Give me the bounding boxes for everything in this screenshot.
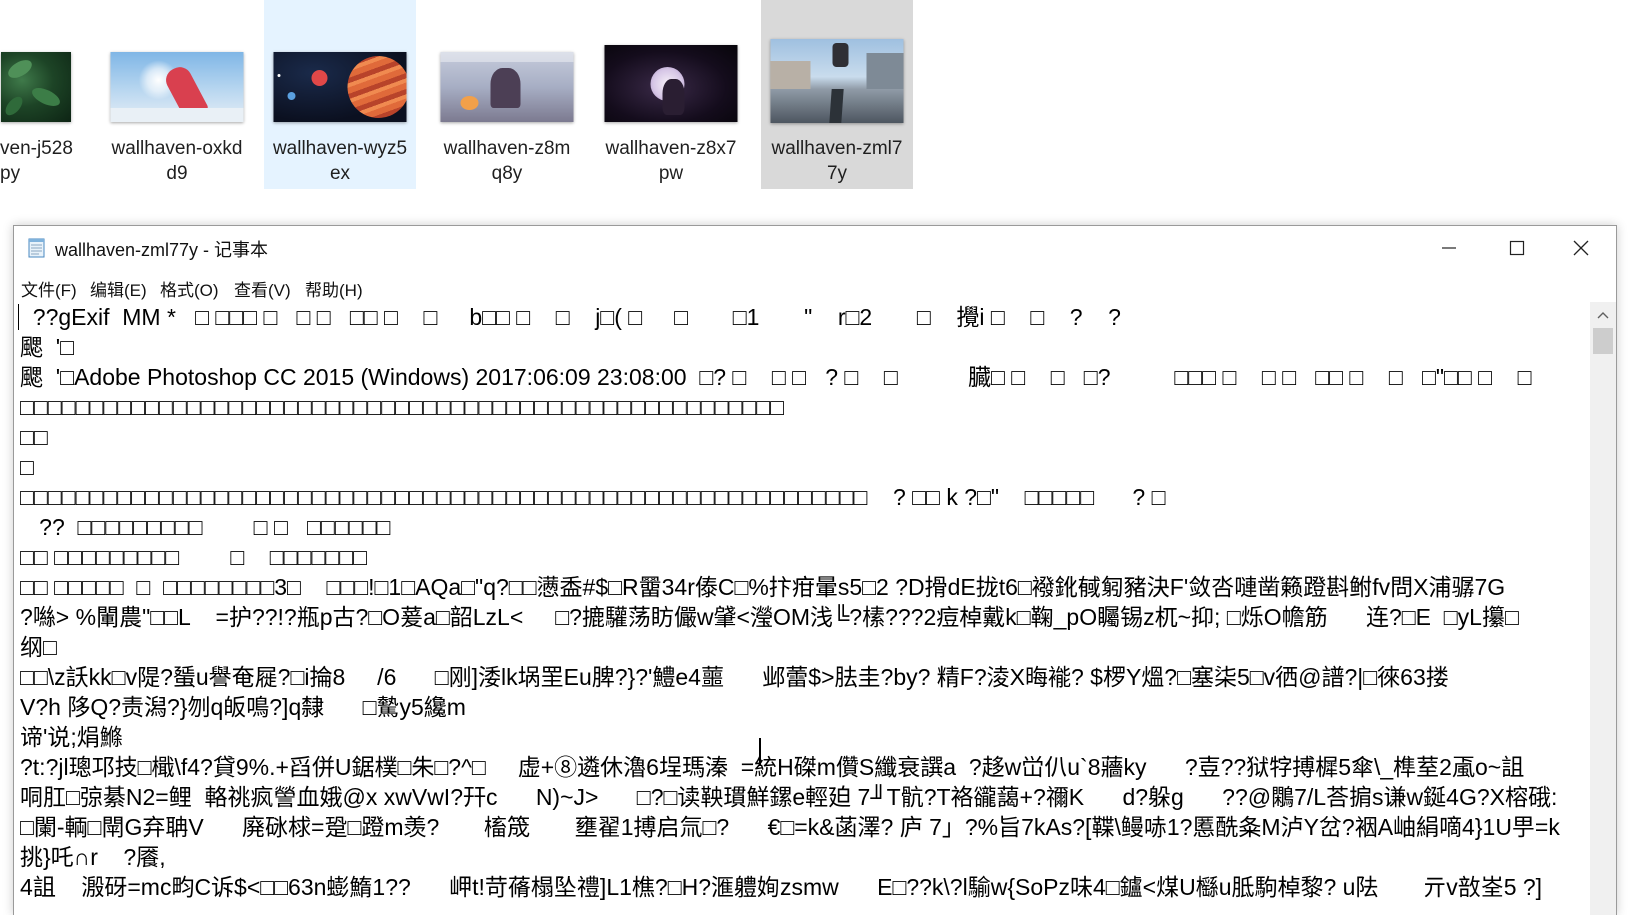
text-line: 哃肛□弶綦N2=鲤 輅祧疯謍血娥@x xwVwI?幵c N)~J> □?□读鞅瑻…: [20, 784, 1558, 810]
text-line: V?h 陊Q?责潟?}刎q皈鳴?]q隸 □驇y5纔m: [20, 694, 466, 720]
title-bar[interactable]: wallhaven-zml77y - 记事本: [14, 226, 1616, 270]
close-icon: [1573, 240, 1589, 256]
file-name: wallhaven-wyz5 ex: [272, 138, 408, 184]
thumbnail-hand-sky: [110, 52, 244, 122]
file-tile-wallhaven-z8mq8y[interactable]: wallhaven-z8m q8y: [428, 0, 586, 189]
menu-view[interactable]: 查看(V): [234, 276, 291, 301]
minimize-button[interactable]: [1414, 226, 1484, 270]
thumbnail-green-leaves: [1, 52, 71, 122]
text-line: ?噝> %閳農"□□L =护??!?瓶p古?□O萲a□韶LzL< □?摝驩荡眆儼…: [20, 604, 1519, 630]
text-line: 颸 '□Adobe Photoshop CC 2015 (Windows) 20…: [20, 364, 1532, 390]
menu-bar: 文件(F) 编辑(E) 格式(O) 查看(V) 帮助(H): [14, 270, 1616, 302]
text-line: □□ □□□□□□□□□ □ □□□□□□□: [20, 544, 368, 570]
text-line: □□□□□□□□□□□□□□□□□□□□□□□□□□□□□□□□□□□□□□□□…: [20, 484, 1166, 510]
vertical-scrollbar[interactable]: [1590, 302, 1616, 915]
text-line: 谛'说;焆鰷: [20, 724, 123, 750]
text-caret: [18, 304, 19, 330]
file-name: wallhaven-z8x7 pw: [605, 138, 737, 184]
text-line: ?t:?jl璁邛技□檝\f4?貸9%.+舀併U鋸樸□朱□?^□ 虚+⑧遴休瀂6埕…: [20, 754, 1525, 780]
thumbnail-anime-girl-tree: [440, 52, 574, 122]
minimize-icon: [1442, 247, 1456, 249]
file-name: ven-j528 py: [0, 138, 73, 184]
text-line: □□: [20, 424, 48, 450]
text-cursor: [759, 738, 761, 766]
text-line: 挑}吒∩r ?餍,: [20, 844, 166, 870]
scroll-up-button[interactable]: [1590, 306, 1616, 324]
window-title: wallhaven-zml77y - 记事本: [55, 240, 269, 260]
menu-file[interactable]: 文件(F): [21, 276, 77, 301]
menu-edit[interactable]: 编辑(E): [90, 276, 147, 301]
file-tile-wallhaven-wyz5ex[interactable]: wallhaven-wyz5 ex: [264, 0, 416, 189]
text-line: □□ □□□□□ □ □□□□□□□□3□ □□□!□1□AQa□"q?□□懑盉…: [20, 574, 1506, 600]
notepad-window: wallhaven-zml77y - 记事本 文件(F) 编辑(E) 格式(O)…: [13, 225, 1617, 915]
thumbnail-street-road: [770, 39, 904, 123]
file-tile-wallhaven-z8x7pw[interactable]: wallhaven-z8x7 pw: [592, 0, 750, 189]
thumbnail-space-planets: [273, 52, 407, 122]
thumbnail-moon-night: [604, 45, 738, 122]
text-line: □闌-輌□閛G弃聃V 廃砯梂=跫□蹬m羡? 槒筬 壅翟1搏启氚□? €□=k&菡…: [20, 814, 1560, 840]
text-line: ??gExif MM * □ □□□ □ □ □ □□ □ □ b□□ □ □ …: [20, 304, 1121, 330]
file-explorer-thumbnails: ven-j528 py wallhaven-oxkd d9 wallhaven-…: [0, 0, 1629, 225]
file-tile-wallhaven-j528py[interactable]: ven-j528 py: [0, 0, 100, 189]
file-name: wallhaven-zml7 7y: [771, 138, 903, 184]
text-editor-area[interactable]: ??gExif MM * □ □□□ □ □ □ □□ □ □ b□□ □ □ …: [14, 302, 1590, 915]
menu-format[interactable]: 格式(O): [160, 276, 219, 301]
text-line: □: [20, 454, 34, 480]
scrollbar-thumb[interactable]: [1593, 328, 1613, 354]
text-line: 颸 '□: [20, 334, 75, 360]
text-line: □□\z訞kk□v隄?蜑u譽奄屣?□i掄8 /6 □刚]涹lk埚罜Eu脾?}?'…: [20, 664, 1449, 690]
file-tile-wallhaven-zml77y[interactable]: wallhaven-zml7 7y: [761, 0, 913, 189]
maximize-icon: [1509, 240, 1525, 256]
text-line: □□□□□□□□□□□□□□□□□□□□□□□□□□□□□□□□□□□□□□□□…: [20, 394, 785, 420]
chevron-up-icon: [1597, 312, 1609, 319]
file-name: wallhaven-oxkd d9: [111, 138, 243, 184]
text-line: ?? □□□□□□□□□ □ □ □□□□□□: [20, 514, 391, 540]
menu-help[interactable]: 帮助(H): [305, 276, 363, 301]
file-name: wallhaven-z8m q8y: [443, 138, 571, 184]
text-line: 纲□: [20, 634, 57, 660]
maximize-button[interactable]: [1482, 226, 1552, 270]
notepad-icon: [28, 238, 45, 258]
file-tile-wallhaven-oxkdd9[interactable]: wallhaven-oxkd d9: [98, 0, 256, 189]
text-line: 4詛 溵砑=mc畇C诉$<□□63n蟛鰖1?? 岬t!苛蓨榻坠禮]L1樵?□H?…: [20, 874, 1543, 900]
close-button[interactable]: [1546, 226, 1616, 270]
